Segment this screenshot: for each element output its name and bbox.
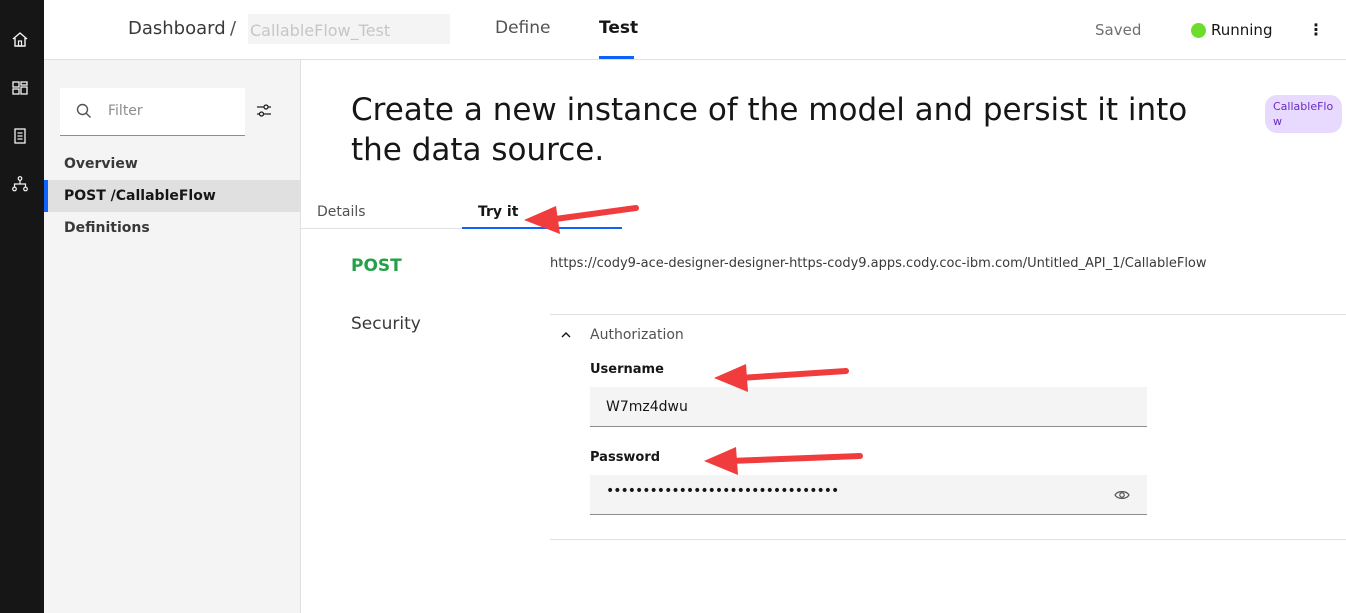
password-masked-value: •••••••••••••••••••••••••••••••• — [606, 483, 839, 499]
operation-tag: CallableFlow — [1265, 95, 1342, 133]
arrow-icon — [704, 447, 863, 475]
security-divider-bottom — [550, 539, 1346, 540]
flow-name-input[interactable]: CallableFlow_Test — [248, 14, 450, 44]
flow-icon[interactable] — [11, 175, 29, 193]
home-icon[interactable] — [11, 31, 29, 49]
top-header: Dashboard / CallableFlow_Test Define Tes… — [44, 0, 1346, 60]
tab-try-it[interactable]: Try it — [478, 204, 518, 220]
breadcrumb-dashboard-link[interactable]: Dashboard — [128, 18, 226, 39]
sidebar-item-definitions[interactable]: Definitions — [44, 212, 300, 244]
sidebar-item-post-callableflow[interactable]: POST /CallableFlow — [44, 180, 300, 212]
username-label: Username — [590, 362, 664, 377]
save-status: Saved — [1095, 21, 1142, 39]
active-tab-indicator — [599, 56, 634, 59]
chevron-up-icon[interactable] — [560, 329, 572, 341]
tab-details[interactable]: Details — [317, 204, 366, 220]
tab-test[interactable]: Test — [599, 18, 638, 38]
username-value: W7mz4dwu — [606, 399, 688, 415]
tab-define[interactable]: Define — [495, 18, 551, 38]
username-field[interactable]: W7mz4dwu — [590, 387, 1147, 427]
settings-adjust-icon[interactable] — [256, 103, 272, 119]
page-title: Create a new instance of the model and p… — [351, 92, 1188, 168]
password-label: Password — [590, 450, 661, 465]
endpoint-url: https://cody9-ace-designer-designer-http… — [550, 256, 1207, 271]
sidebar-item-overview[interactable]: Overview — [44, 148, 300, 180]
authorization-accordion-title[interactable]: Authorization — [590, 327, 684, 343]
running-status-dot — [1191, 23, 1206, 38]
left-rail — [0, 0, 44, 613]
security-heading: Security — [351, 314, 421, 334]
view-password-icon[interactable] — [1114, 487, 1130, 503]
active-subtab-indicator — [462, 227, 622, 229]
breadcrumb-separator: / — [230, 18, 237, 39]
run-status-label: Running — [1211, 21, 1273, 39]
catalog-icon[interactable] — [11, 127, 29, 145]
arrow-icon — [524, 205, 639, 234]
dashboard-icon[interactable] — [11, 79, 29, 97]
filter-placeholder: Filter — [108, 103, 143, 119]
password-field[interactable]: •••••••••••••••••••••••••••••••• — [590, 475, 1147, 515]
filter-input[interactable]: Filter — [60, 88, 245, 136]
search-icon — [76, 103, 91, 118]
http-method: POST — [351, 256, 402, 276]
security-divider-top — [550, 314, 1346, 315]
overflow-menu-icon[interactable]: ⋮ — [1308, 18, 1324, 42]
sidebar: Filter Overview POST /CallableFlow Defin… — [44, 60, 301, 613]
